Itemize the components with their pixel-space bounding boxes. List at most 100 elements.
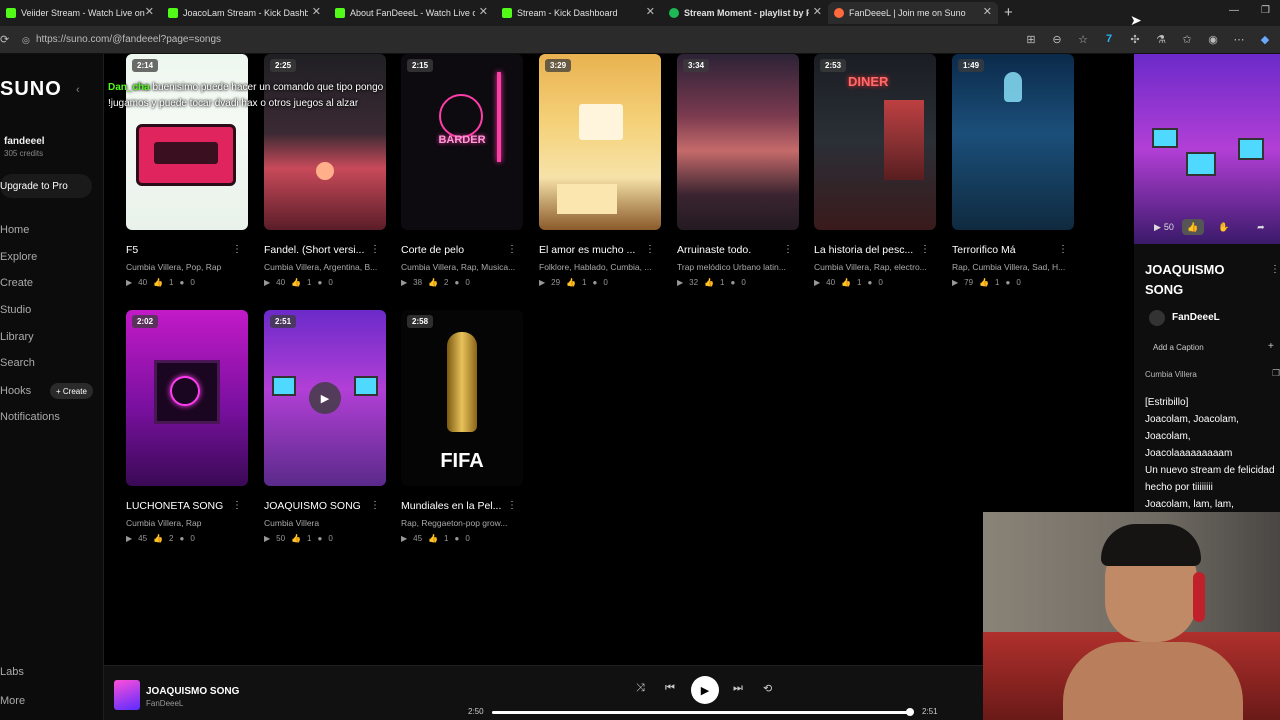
comment-icon[interactable]: ●: [730, 278, 735, 287]
dislike-icon[interactable]: ✋: [1218, 222, 1229, 233]
plus-icon[interactable]: +: [1268, 341, 1274, 352]
like-icon[interactable]: 👍: [566, 278, 576, 287]
song-card[interactable]: 1:49 Terrorifico Má ⋮ Rap, Cumbia Viller…: [952, 54, 1074, 287]
song-cover[interactable]: ▶ 2:51: [264, 310, 386, 486]
now-playing-artist[interactable]: FanDeeeL: [146, 699, 183, 708]
browser-tab[interactable]: Veiider Stream - Watch Live on Kic ✕: [0, 2, 160, 24]
more-options-icon[interactable]: ⋮: [507, 500, 517, 511]
like-button[interactable]: 👍: [1181, 219, 1204, 235]
song-title[interactable]: LUCHONETA SONG: [126, 500, 234, 512]
progress-bar[interactable]: [492, 708, 914, 716]
like-icon[interactable]: 👍: [428, 278, 438, 287]
nav-library[interactable]: Library: [0, 331, 34, 343]
extension-icon[interactable]: ⚗: [1154, 32, 1168, 46]
play-overlay-button[interactable]: ▶: [309, 382, 341, 414]
browser-tab[interactable]: About FanDeeeL - Watch Live on K ✕: [329, 2, 494, 24]
like-icon[interactable]: 👍: [704, 278, 714, 287]
browser-tab[interactable]: Stream Moment - playlist by Fan ✕: [663, 2, 828, 24]
song-title[interactable]: Terrorifico Má: [952, 244, 1060, 256]
more-options-icon[interactable]: ⋮: [1270, 264, 1280, 275]
comment-icon[interactable]: ●: [1005, 278, 1010, 287]
nav-create[interactable]: Create: [0, 277, 33, 289]
song-title[interactable]: Arruinaste todo.: [677, 244, 785, 256]
next-icon[interactable]: ⏭: [733, 682, 743, 695]
nav-search[interactable]: Search: [0, 357, 35, 369]
more-options-icon[interactable]: ⋮: [920, 244, 930, 255]
nav-notifications[interactable]: Notifications: [0, 411, 60, 423]
close-icon[interactable]: ✕: [813, 7, 822, 18]
menu-dots-icon[interactable]: ⋯: [1232, 32, 1246, 46]
progress-knob[interactable]: [905, 708, 914, 716]
browser-tab[interactable]: JoacoLam Stream - Kick Dashb ✕: [162, 2, 327, 24]
song-cover[interactable]: 1:49: [952, 54, 1074, 230]
comment-icon[interactable]: ●: [317, 534, 322, 543]
like-icon[interactable]: 👍: [153, 278, 163, 287]
upgrade-button[interactable]: Upgrade to Pro: [0, 174, 92, 198]
like-icon[interactable]: 👍: [841, 278, 851, 287]
extension-7tv-icon[interactable]: 7: [1102, 32, 1116, 46]
comment-icon[interactable]: ●: [592, 278, 597, 287]
song-cover[interactable]: BARDER 2:15: [401, 54, 523, 230]
like-icon[interactable]: 👍: [153, 534, 163, 543]
comment-icon[interactable]: ●: [317, 278, 322, 287]
more-options-icon[interactable]: ⋮: [232, 244, 242, 255]
song-cover[interactable]: 3:34: [677, 54, 799, 230]
minimize-icon[interactable]: —: [1229, 5, 1239, 16]
song-card[interactable]: 3:29 El amor es mucho ... ⋮ Folklore, Ha…: [539, 54, 661, 287]
comment-icon[interactable]: ●: [454, 534, 459, 543]
url-field[interactable]: https://suno.com/@fandeeel?page=songs: [36, 34, 221, 45]
nav-studio[interactable]: Studio: [0, 304, 31, 316]
close-icon[interactable]: ✕: [145, 7, 154, 18]
bookmark-star-icon[interactable]: ☆: [1076, 32, 1090, 46]
song-card[interactable]: 3:34 Arruinaste todo. ⋮ Trap melódico Ur…: [677, 54, 799, 287]
song-title[interactable]: JOAQUISMO SONG: [264, 500, 372, 512]
song-style-tag[interactable]: Cumbia Villera: [1145, 370, 1197, 379]
song-cover[interactable]: DINER 2:53: [814, 54, 936, 230]
comment-icon[interactable]: ●: [179, 534, 184, 543]
more-options-icon[interactable]: ⋮: [232, 500, 242, 511]
copilot-icon[interactable]: ◆: [1258, 32, 1272, 46]
nav-hooks[interactable]: Hooks: [0, 385, 31, 397]
repeat-icon[interactable]: ⟲: [763, 682, 772, 695]
zoom-icon[interactable]: ⊖: [1050, 32, 1064, 46]
play-button[interactable]: ▶: [691, 676, 719, 704]
song-card[interactable]: BARDER 2:15 Corte de pelo ⋮ Cumbia Ville…: [401, 54, 523, 287]
collapse-sidebar-icon[interactable]: ‹: [76, 84, 80, 96]
shuffle-icon[interactable]: ⤨: [636, 682, 645, 695]
new-tab-icon[interactable]: +: [1004, 4, 1013, 21]
favorites-icon[interactable]: ✩: [1180, 32, 1194, 46]
nav-explore[interactable]: Explore: [0, 251, 37, 263]
username[interactable]: fandeeel: [4, 136, 45, 147]
play-icon[interactable]: ▶: [1154, 222, 1161, 233]
like-icon[interactable]: 👍: [291, 534, 301, 543]
copy-icon[interactable]: ❐: [1272, 368, 1280, 379]
share-icon[interactable]: ➦: [1257, 222, 1265, 233]
reload-icon[interactable]: ⟳: [0, 33, 9, 46]
song-cover[interactable]: 3:29: [539, 54, 661, 230]
comment-icon[interactable]: ●: [179, 278, 184, 287]
song-title[interactable]: Mundiales en la Pel...: [401, 500, 509, 512]
song-cover[interactable]: FIFA 2:58: [401, 310, 523, 486]
site-info-icon[interactable]: ◎: [22, 35, 30, 46]
like-icon[interactable]: 👍: [979, 278, 989, 287]
install-app-icon[interactable]: ⊞: [1024, 32, 1038, 46]
more-options-icon[interactable]: ⋮: [507, 244, 517, 255]
artist-name[interactable]: FanDeeeL: [1172, 312, 1220, 323]
restore-icon[interactable]: ❐: [1261, 5, 1270, 16]
more-options-icon[interactable]: ⋮: [1058, 244, 1068, 255]
browser-tab-active[interactable]: FanDeeeL | Join me on Suno ✕: [828, 2, 998, 24]
nav-labs[interactable]: Labs: [0, 666, 24, 678]
hooks-create-button[interactable]: + Create: [50, 383, 93, 399]
add-caption-button[interactable]: Add a Caption: [1153, 343, 1204, 352]
comment-icon[interactable]: ●: [867, 278, 872, 287]
more-options-icon[interactable]: ⋮: [645, 244, 655, 255]
now-playing-cover[interactable]: [114, 680, 140, 710]
song-title[interactable]: Fandel. (Short versi...: [264, 244, 372, 256]
more-options-icon[interactable]: ⋮: [370, 244, 380, 255]
song-card[interactable]: DINER 2:53 La historia del pesc... ⋮ Cum…: [814, 54, 936, 287]
song-card[interactable]: 2:02 LUCHONETA SONG ⋮ Cumbia Villera, Ra…: [126, 310, 248, 543]
nav-home[interactable]: Home: [0, 224, 29, 236]
nav-more[interactable]: More: [0, 695, 25, 707]
more-options-icon[interactable]: ⋮: [370, 500, 380, 511]
song-title[interactable]: F5: [126, 244, 234, 256]
